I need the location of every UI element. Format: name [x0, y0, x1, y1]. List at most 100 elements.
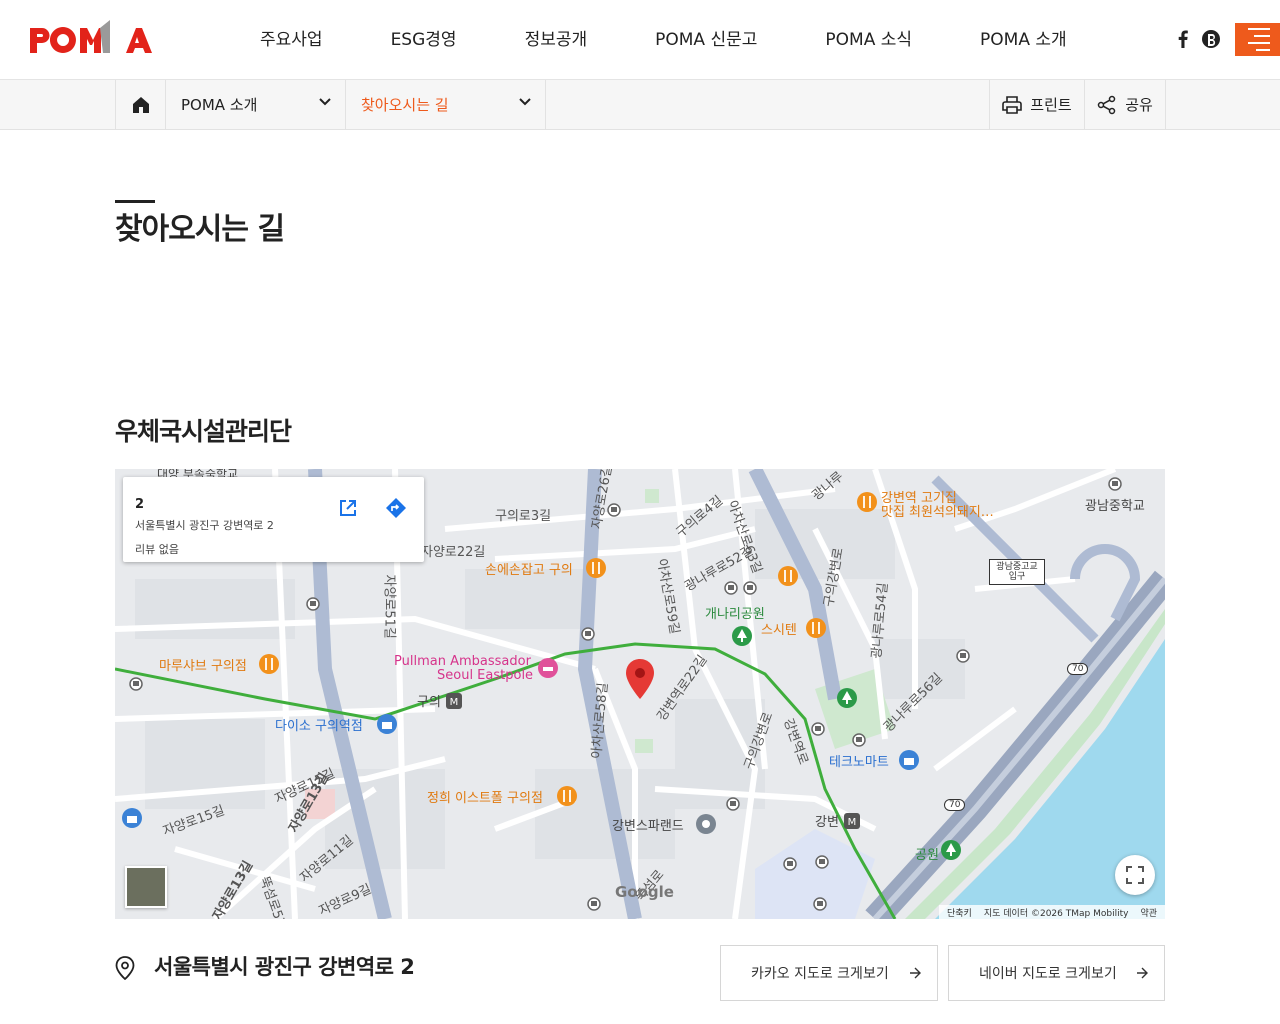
- place-title: 2: [135, 497, 145, 512]
- share-label: 공유: [1125, 96, 1153, 114]
- map-label: 광남중학교: [1085, 499, 1145, 514]
- chevron-down-icon: [519, 98, 531, 106]
- bus-stop-icon[interactable]: [581, 627, 595, 641]
- share-icon: [1097, 95, 1116, 114]
- bus-stop-icon[interactable]: [956, 649, 970, 663]
- nav-business[interactable]: 주요사업: [226, 0, 357, 80]
- location-pin-icon[interactable]: [626, 659, 654, 699]
- shopping-icon[interactable]: [376, 713, 398, 735]
- park-icon[interactable]: [836, 687, 858, 709]
- bus-stop-icon[interactable]: [783, 857, 797, 871]
- nav-esg[interactable]: ESG경영: [357, 0, 491, 80]
- arrow-right-icon: [910, 967, 921, 979]
- subway-station-icon[interactable]: M: [844, 813, 860, 829]
- share-button[interactable]: 공유: [1085, 80, 1166, 129]
- route-70-shield: 70: [1067, 663, 1089, 675]
- place-reviews: 리뷰 없음: [135, 543, 179, 556]
- map-label: Seoul Eastpole: [437, 668, 534, 683]
- main-nav: 주요사업 ESG경영 정보공개 POMA 신문고 POMA 소식 POMA 소개: [226, 0, 1101, 80]
- map-label: 강변스파랜드: [612, 819, 684, 834]
- nav-news[interactable]: POMA 소식: [791, 0, 946, 80]
- depth2-dropdown[interactable]: 찾아오시는 길: [346, 80, 546, 129]
- satellite-layer-toggle[interactable]: [125, 866, 167, 908]
- hamburger-menu-icon[interactable]: [1235, 23, 1280, 56]
- map-marker-icon: [115, 956, 135, 980]
- naver-map-button[interactable]: 네이버 지도로 크게보기: [948, 945, 1165, 1001]
- restaurant-icon[interactable]: [258, 653, 280, 675]
- bus-stop-icon[interactable]: [587, 897, 601, 911]
- site-header: 주요사업 ESG경영 정보공개 POMA 신문고 POMA 소식 POMA 소개: [0, 0, 1280, 80]
- map-label: 강변: [815, 815, 839, 830]
- bus-stop-icon[interactable]: [607, 503, 621, 517]
- map-label: 정희 이스트폴 구의점: [427, 791, 543, 806]
- kakao-map-label: 카카오 지도로 크게보기: [751, 966, 889, 982]
- shopping-icon[interactable]: [121, 807, 143, 829]
- bus-stop-icon[interactable]: [852, 733, 866, 747]
- park-icon[interactable]: [940, 839, 962, 861]
- depth2-label: 찾아오시는 길: [361, 96, 449, 114]
- map-label: 스시텐: [761, 623, 797, 638]
- map-label: 자양로22길: [421, 545, 486, 560]
- bus-stop-icon[interactable]: [743, 581, 757, 595]
- map-label: 다이소 구의역점: [275, 719, 363, 734]
- shopping-icon[interactable]: [898, 749, 920, 771]
- embedded-map[interactable]: 대양 부속숙학교 구의로3길 자양로26길 구의로4길 아차산로63길 광나루 …: [115, 469, 1165, 919]
- kakao-map-button[interactable]: 카카오 지도로 크게보기: [720, 945, 938, 1001]
- fullscreen-icon[interactable]: [1115, 855, 1155, 895]
- breadcrumb: POMA 소개 찾아오시는 길 프린트 공유: [115, 80, 1166, 129]
- directions-icon[interactable]: [381, 493, 411, 523]
- nav-about[interactable]: POMA 소개: [946, 0, 1101, 80]
- bus-stop-icon[interactable]: [813, 897, 827, 911]
- print-button[interactable]: 프린트: [989, 80, 1085, 129]
- bus-stop-icon[interactable]: [815, 855, 829, 869]
- page-title: 찾아오시는 길: [115, 212, 285, 247]
- keyboard-shortcuts-link[interactable]: 단축키: [947, 906, 972, 919]
- bus-stop-icon[interactable]: [811, 722, 825, 736]
- map-data-credit: 지도 데이터 ©2026 TMap Mobility: [983, 908, 1129, 919]
- map-label: 손에손잡고 구의: [485, 563, 573, 578]
- bus-stop-icon[interactable]: [726, 797, 740, 811]
- location-bar: POMA 소개 찾아오시는 길 프린트 공유: [0, 80, 1280, 130]
- svg-text:M: M: [450, 697, 459, 708]
- bus-stop-icon[interactable]: [306, 597, 320, 611]
- poma-logo[interactable]: [30, 20, 152, 58]
- restaurant-icon[interactable]: [556, 785, 578, 807]
- home-icon[interactable]: [116, 80, 166, 129]
- route-70-shield: 70: [944, 799, 966, 811]
- arrow-right-icon: [1137, 967, 1148, 979]
- restaurant-icon[interactable]: [777, 565, 799, 587]
- printer-icon: [1002, 95, 1023, 114]
- section-title: 우체국시설관리단: [115, 417, 292, 446]
- subway-station-icon[interactable]: M: [446, 693, 462, 709]
- nav-sinmungo[interactable]: POMA 신문고: [621, 0, 791, 80]
- depth1-label: POMA 소개: [181, 96, 258, 114]
- open-in-maps-icon[interactable]: [333, 493, 363, 523]
- print-label: 프린트: [1030, 96, 1072, 114]
- nav-disclosure[interactable]: 정보공개: [491, 0, 622, 80]
- naver-map-label: 네이버 지도로 크게보기: [979, 966, 1117, 982]
- depth1-dropdown[interactable]: POMA 소개: [166, 80, 346, 129]
- map-label: 마루샤브 구의점: [159, 659, 247, 674]
- place-icon[interactable]: [695, 813, 717, 835]
- place-info-card: 2 서울특별시 광진구 강변역로 2 리뷰 없음: [123, 477, 424, 562]
- bus-stop-icon[interactable]: [129, 677, 143, 691]
- map-label: 맛집 최원석의돼지…: [881, 505, 994, 520]
- map-label: 테크노마트: [829, 755, 889, 770]
- map-label: 구의로3길: [495, 509, 552, 524]
- park-icon[interactable]: [731, 625, 753, 647]
- map-label: Pullman Ambassador: [394, 654, 531, 669]
- restaurant-icon[interactable]: [856, 491, 878, 513]
- svg-text:M: M: [848, 817, 857, 828]
- terms-link[interactable]: 약관: [1140, 906, 1157, 919]
- address-text: 서울특별시 광진구 강변역로 2: [154, 955, 415, 979]
- map-label: 구의: [417, 695, 441, 710]
- bus-stop-icon[interactable]: [1108, 477, 1122, 491]
- restaurant-icon[interactable]: [585, 557, 607, 579]
- facebook-icon[interactable]: [1172, 28, 1194, 50]
- blog-icon[interactable]: [1200, 28, 1222, 50]
- bus-stop-icon[interactable]: [724, 581, 738, 595]
- restaurant-icon[interactable]: [805, 617, 827, 639]
- map-label: 자양로51길: [381, 574, 397, 639]
- title-accent-bar: [115, 200, 155, 203]
- hotel-icon[interactable]: [537, 657, 559, 679]
